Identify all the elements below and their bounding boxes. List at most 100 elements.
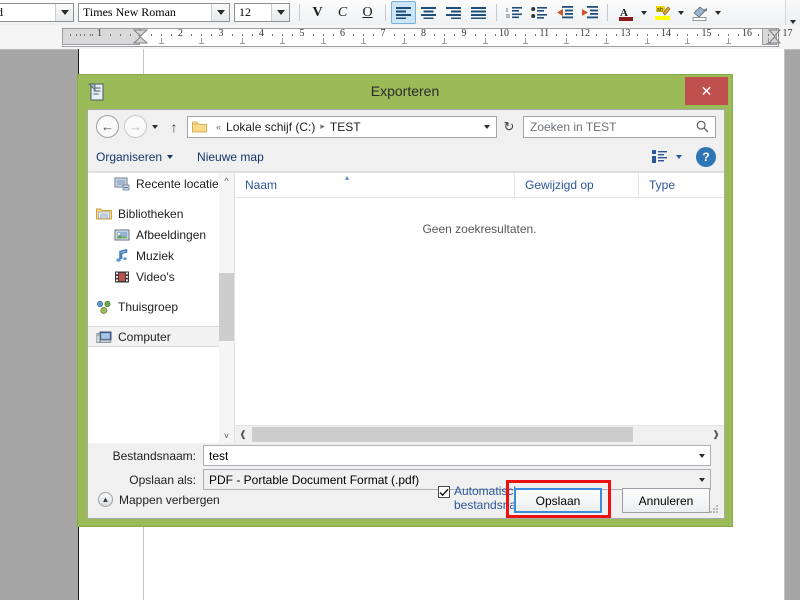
- navpane-scrollbar[interactable]: ^ ˅: [219, 173, 234, 443]
- decrease-indent-button[interactable]: [552, 1, 577, 24]
- font-color-button[interactable]: A: [613, 1, 638, 24]
- scrollbar-thumb[interactable]: [219, 273, 234, 341]
- tree-item-bibliotheken[interactable]: Bibliotheken: [88, 203, 234, 224]
- breadcrumb-item-folder[interactable]: TEST: [330, 120, 361, 134]
- address-dropdown-icon[interactable]: [478, 124, 496, 129]
- videos-icon: [114, 269, 130, 285]
- justify-button[interactable]: [466, 1, 491, 24]
- forward-button[interactable]: →: [124, 115, 147, 138]
- chevron-down-icon[interactable]: [211, 4, 229, 21]
- paragraph-shading-button[interactable]: [687, 1, 712, 24]
- filename-input[interactable]: test: [203, 445, 711, 466]
- tree-item-recente-locaties[interactable]: Recente locaties: [88, 173, 234, 194]
- indent-marker-icon[interactable]: [133, 29, 148, 44]
- paragraph-shading-dropdown[interactable]: [712, 1, 724, 24]
- breadcrumb-item-drive[interactable]: Lokale schijf (C:): [226, 120, 315, 134]
- font-size-combo[interactable]: 12: [234, 3, 290, 22]
- column-header-naam[interactable]: Naam ▴: [235, 173, 514, 197]
- export-dialog[interactable]: Exporteren ✕ ← → ↑ « Lokale schijf (C:) …: [77, 74, 733, 527]
- auto-extension-checkbox[interactable]: [438, 486, 450, 498]
- tab-stop-marker[interactable]: [523, 38, 529, 44]
- italic-button[interactable]: C: [330, 1, 355, 24]
- ruler-tick: [201, 34, 203, 36]
- tree-item-computer[interactable]: Computer: [88, 326, 234, 347]
- scroll-up-icon[interactable]: ^: [219, 173, 234, 188]
- numbered-list-button[interactable]: I II: [502, 1, 527, 24]
- toolbar-overflow-button[interactable]: [785, 0, 800, 27]
- tree-item-video-s[interactable]: Video's: [88, 266, 234, 287]
- tab-stop-marker[interactable]: [361, 38, 367, 44]
- hide-folders-button[interactable]: ▲ Mappen verbergen: [98, 492, 220, 507]
- dialog-footer: ▲ Mappen verbergen Automatische bestands…: [88, 480, 724, 518]
- increase-indent-icon: [582, 6, 598, 19]
- back-button[interactable]: ←: [96, 115, 119, 138]
- tab-stop-marker[interactable]: [482, 38, 488, 44]
- ruler-tick: [525, 34, 527, 36]
- tab-stop-marker[interactable]: [644, 38, 650, 44]
- increase-indent-button[interactable]: [577, 1, 602, 24]
- highlight-color-dropdown[interactable]: [675, 1, 687, 24]
- italic-label: C: [337, 4, 348, 20]
- tab-stop-marker[interactable]: [239, 38, 245, 44]
- view-options-button[interactable]: [652, 150, 682, 164]
- chevron-down-icon[interactable]: [271, 4, 289, 21]
- scroll-down-icon[interactable]: ˅: [219, 428, 234, 443]
- tab-stop-marker[interactable]: [563, 38, 569, 44]
- tab-stop-marker[interactable]: [280, 38, 286, 44]
- tree-item-muziek[interactable]: Muziek: [88, 245, 234, 266]
- font-family-combo[interactable]: Times New Roman: [78, 3, 230, 22]
- column-header-gewijzigd[interactable]: Gewijzigd op: [514, 173, 638, 197]
- organize-button[interactable]: Organiseren: [96, 150, 174, 164]
- resize-grip[interactable]: [710, 505, 719, 514]
- navigation-pane[interactable]: Recente locaties Bibliotheken Afbeeldingen…: [88, 173, 234, 443]
- align-right-button[interactable]: [441, 1, 466, 24]
- tab-stop-marker[interactable]: [320, 38, 326, 44]
- chevron-down-icon[interactable]: [55, 4, 73, 21]
- refresh-button[interactable]: ↻: [497, 116, 521, 138]
- paragraph-style-combo[interactable]: d: [0, 3, 74, 22]
- align-center-button[interactable]: [416, 1, 441, 24]
- breadcrumb-separator-icon[interactable]: ▸: [320, 121, 325, 132]
- bold-button[interactable]: V: [305, 1, 330, 24]
- ruler-tick: [413, 34, 415, 36]
- highlight-color-button[interactable]: ab: [650, 1, 675, 24]
- help-button[interactable]: ?: [696, 147, 716, 167]
- scroll-left-icon[interactable]: ❰: [235, 426, 251, 443]
- chevron-down-icon[interactable]: [694, 477, 710, 482]
- font-color-dropdown[interactable]: [638, 1, 650, 24]
- tab-stop-marker[interactable]: [725, 38, 731, 44]
- address-bar[interactable]: « Lokale schijf (C:) ▸ TEST: [187, 115, 497, 138]
- align-left-button[interactable]: [391, 1, 416, 24]
- search-box[interactable]: Zoeken in TEST: [523, 115, 716, 138]
- ruler-tick: [646, 34, 648, 36]
- recent-pages-button[interactable]: [147, 124, 163, 129]
- ruler-label: 1: [97, 28, 102, 39]
- cancel-button[interactable]: Annuleren: [622, 488, 710, 513]
- tab-stop-marker[interactable]: [442, 38, 448, 44]
- indent-marker-right-icon[interactable]: [768, 29, 781, 44]
- close-button[interactable]: ✕: [685, 77, 728, 105]
- tab-stop-marker[interactable]: [158, 38, 164, 44]
- tab-stop-marker[interactable]: [604, 38, 610, 44]
- tab-stop-marker[interactable]: [685, 38, 691, 44]
- scrollbar-thumb[interactable]: [252, 427, 633, 442]
- scroll-right-icon[interactable]: ❱: [708, 426, 724, 443]
- tab-stop-marker[interactable]: [199, 38, 205, 44]
- save-button[interactable]: Opslaan: [514, 488, 602, 513]
- horizontal-ruler[interactable]: 11234567891011121314151617: [0, 25, 800, 50]
- tree-item-thuisgroep[interactable]: Thuisgroep: [88, 296, 234, 317]
- search-input[interactable]: Zoeken in TEST: [524, 120, 616, 134]
- file-list-horizontal-scrollbar[interactable]: ❰ ❱: [235, 425, 724, 443]
- file-list-pane[interactable]: Naam ▴ Gewijzigd op Type Geen zoekresult…: [235, 173, 724, 443]
- breadcrumb-overflow[interactable]: «: [216, 122, 221, 132]
- folder-tree[interactable]: Recente locaties Bibliotheken Afbeeldingen…: [88, 173, 234, 347]
- underline-button[interactable]: O: [355, 1, 380, 24]
- tab-stop-marker[interactable]: [401, 38, 407, 44]
- column-header-type[interactable]: Type: [638, 173, 718, 197]
- dialog-title-bar[interactable]: Exporteren ✕: [78, 75, 732, 109]
- new-folder-button[interactable]: Nieuwe map: [197, 150, 264, 164]
- tree-item-afbeeldingen[interactable]: Afbeeldingen: [88, 224, 234, 245]
- chevron-down-icon[interactable]: [694, 453, 710, 458]
- bulleted-list-button[interactable]: [527, 1, 552, 24]
- up-button[interactable]: ↑: [163, 119, 185, 135]
